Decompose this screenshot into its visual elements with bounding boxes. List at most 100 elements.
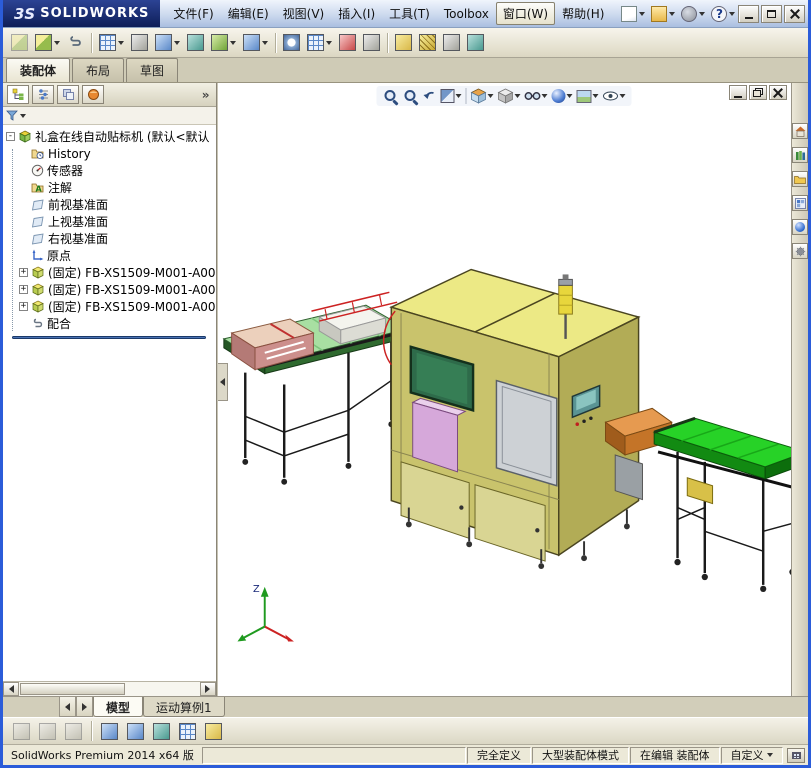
tree-item-component-2[interactable]: + (固定) FB-XS1509-M001-A00 bbox=[19, 281, 216, 298]
options-button[interactable] bbox=[679, 4, 707, 24]
menu-insert[interactable]: 插入(I) bbox=[331, 2, 382, 25]
maximize-button[interactable] bbox=[761, 5, 782, 23]
menu-tools[interactable]: 工具(T) bbox=[382, 2, 437, 25]
menu-help[interactable]: 帮助(H) bbox=[555, 2, 611, 25]
new-document-button[interactable] bbox=[619, 4, 647, 24]
custom-dropdown[interactable]: 自定义 bbox=[721, 747, 784, 764]
tree-item-front-plane[interactable]: 前视基准面 bbox=[19, 196, 216, 213]
section-view-button[interactable] bbox=[441, 89, 462, 103]
tab-sketch[interactable]: 草图 bbox=[126, 58, 178, 82]
document-close-button[interactable] bbox=[769, 85, 787, 100]
zoom-to-fit-button[interactable] bbox=[383, 88, 399, 104]
tree-item-mates[interactable]: 配合 bbox=[19, 315, 216, 332]
tree-item-assembly-root[interactable]: - 礼盒在线自动贴标机 (默认<默认 bbox=[6, 128, 216, 145]
edit-appearance-button[interactable] bbox=[552, 89, 573, 103]
selection-filter-button[interactable] bbox=[62, 719, 85, 743]
tabs-scroll-right-button[interactable] bbox=[76, 697, 93, 717]
new-motion-study-button[interactable] bbox=[280, 31, 303, 55]
exploded-view-button[interactable] bbox=[336, 31, 359, 55]
tabs-scroll-left-button[interactable] bbox=[59, 697, 76, 717]
section-properties-button[interactable] bbox=[464, 31, 487, 55]
open-document-button[interactable] bbox=[649, 4, 677, 24]
expander[interactable]: + bbox=[19, 285, 28, 294]
table-grid-button[interactable] bbox=[176, 719, 199, 743]
previous-view-button[interactable] bbox=[423, 90, 437, 102]
show-hidden-components-button[interactable] bbox=[184, 31, 207, 55]
view-orientation-button[interactable] bbox=[471, 88, 494, 104]
tab-motion-study-1[interactable]: 运动算例1 bbox=[143, 697, 225, 717]
panel-horizontal-scrollbar[interactable] bbox=[3, 681, 216, 696]
insert-components-button[interactable] bbox=[32, 31, 63, 55]
design-library-button[interactable] bbox=[792, 147, 808, 163]
scrollbar-track[interactable] bbox=[19, 682, 200, 696]
scroll-right-button[interactable] bbox=[200, 682, 216, 696]
options-button-bottom[interactable] bbox=[36, 719, 59, 743]
tree-item-component-3[interactable]: + (固定) FB-XS1509-M001-A00 bbox=[19, 298, 216, 315]
tab-model[interactable]: 模型 bbox=[93, 697, 143, 717]
bill-of-materials-button[interactable] bbox=[304, 31, 335, 55]
color-swatch-button[interactable] bbox=[202, 719, 225, 743]
menu-window[interactable]: 窗口(W) bbox=[496, 2, 555, 25]
tab-assembly[interactable]: 装配体 bbox=[6, 58, 70, 82]
panel-tabs-overflow[interactable]: » bbox=[202, 88, 212, 102]
document-restore-button[interactable] bbox=[749, 85, 767, 100]
tree-item-component-1[interactable]: + (固定) FB-XS1509-M001-A00 bbox=[19, 264, 216, 281]
hide-show-items-button[interactable] bbox=[525, 91, 548, 101]
infeed-conveyor[interactable] bbox=[223, 292, 406, 484]
tree-item-right-plane[interactable]: 右视基准面 bbox=[19, 230, 216, 247]
tree-item-origin[interactable]: 原点 bbox=[19, 247, 216, 264]
menu-view[interactable]: 视图(V) bbox=[276, 2, 332, 25]
appearances-scenes-button[interactable] bbox=[792, 219, 808, 235]
scrollbar-thumb[interactable] bbox=[20, 683, 125, 695]
graphics-area-3d-model[interactable]: Z bbox=[218, 83, 791, 696]
status-panel-button[interactable] bbox=[787, 748, 805, 763]
help-button[interactable] bbox=[709, 4, 737, 24]
expander[interactable]: + bbox=[19, 268, 28, 277]
menu-file[interactable]: 文件(F) bbox=[166, 2, 220, 25]
apply-scene-button[interactable] bbox=[577, 90, 599, 103]
menu-toolbox[interactable]: Toolbox bbox=[437, 4, 496, 24]
zoom-to-area-button[interactable] bbox=[403, 88, 419, 104]
outfeed-conveyor[interactable] bbox=[654, 418, 791, 592]
mass-properties-button[interactable] bbox=[440, 31, 463, 55]
view-settings-button[interactable] bbox=[603, 91, 626, 101]
close-button[interactable] bbox=[784, 5, 805, 23]
propertymanager-tab[interactable] bbox=[32, 85, 54, 104]
smart-fasteners-button[interactable] bbox=[128, 31, 151, 55]
view-palette-button[interactable] bbox=[792, 195, 808, 211]
expander[interactable]: + bbox=[19, 302, 28, 311]
assembly-features-button[interactable] bbox=[208, 31, 239, 55]
tree-item-top-plane[interactable]: 上视基准面 bbox=[19, 213, 216, 230]
expander[interactable]: - bbox=[6, 132, 15, 141]
scroll-left-button[interactable] bbox=[3, 682, 19, 696]
menu-edit[interactable]: 编辑(E) bbox=[221, 2, 276, 25]
filter-edges-button[interactable] bbox=[124, 719, 147, 743]
labeling-machine-body[interactable] bbox=[383, 269, 638, 569]
move-component-button[interactable] bbox=[152, 31, 183, 55]
tree-item-sensors[interactable]: 传感器 bbox=[19, 162, 216, 179]
filter-vertices-button[interactable] bbox=[98, 719, 121, 743]
display-style-button[interactable] bbox=[498, 88, 521, 104]
rollback-bar[interactable] bbox=[12, 336, 206, 339]
file-explorer-button[interactable] bbox=[792, 171, 808, 187]
graphics-viewport[interactable]: Z bbox=[217, 83, 791, 696]
configurationmanager-tab[interactable] bbox=[57, 85, 79, 104]
reference-geometry-button[interactable] bbox=[240, 31, 271, 55]
interference-detection-button[interactable] bbox=[392, 31, 415, 55]
measure-button[interactable] bbox=[416, 31, 439, 55]
linear-component-pattern-button[interactable] bbox=[96, 31, 127, 55]
edit-component-button[interactable] bbox=[8, 31, 31, 55]
panel-collapse-handle[interactable] bbox=[218, 363, 228, 401]
solidworks-resources-button[interactable] bbox=[792, 123, 808, 139]
rebuild-button[interactable] bbox=[10, 719, 33, 743]
displaymanager-tab[interactable] bbox=[82, 85, 104, 104]
filter-faces-button[interactable] bbox=[150, 719, 173, 743]
filter-icon[interactable] bbox=[6, 110, 18, 121]
tab-layout[interactable]: 布局 bbox=[72, 58, 124, 82]
custom-properties-button[interactable] bbox=[792, 243, 808, 259]
tree-item-annotations[interactable]: A 注解 bbox=[19, 179, 216, 196]
chevron-down-icon[interactable] bbox=[20, 114, 26, 118]
document-minimize-button[interactable] bbox=[729, 85, 747, 100]
mate-button[interactable] bbox=[64, 31, 87, 55]
featuremanager-tree-tab[interactable] bbox=[7, 85, 29, 104]
